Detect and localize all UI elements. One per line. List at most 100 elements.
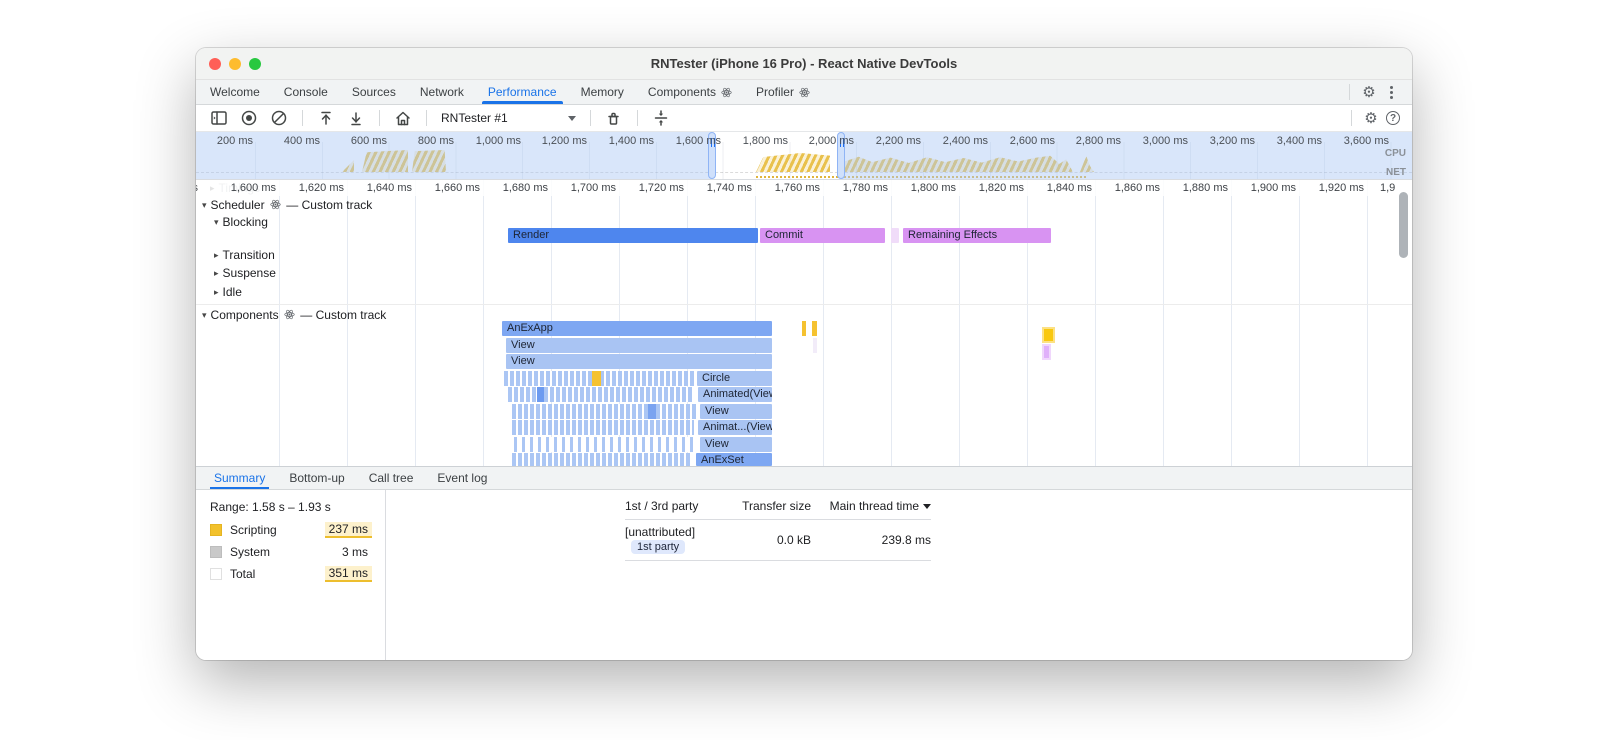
component-bar[interactable]: View — [700, 403, 772, 419]
window-title: RNTester (iPhone 16 Pro) - React Native … — [650, 56, 958, 71]
track-idle[interactable]: ▸ Idle — [214, 285, 242, 299]
devtools-tab-bar: Welcome Console Sources Network Performa… — [196, 80, 1412, 105]
component-micro-bar-selected[interactable] — [648, 403, 656, 419]
scripting-value: 237 ms — [324, 522, 372, 538]
capture-settings-icon[interactable]: ⚙ — [1360, 107, 1382, 129]
component-bar[interactable]: Circle — [697, 370, 772, 386]
tab-event-log[interactable]: Event log — [425, 467, 499, 489]
track-transition[interactable]: ▸ Transition — [214, 248, 275, 262]
react-atom-icon — [270, 199, 281, 210]
desktop: RNTester (iPhone 16 Pro) - React Native … — [0, 0, 1600, 740]
system-value: 3 ms — [341, 545, 368, 559]
effects-block[interactable] — [1042, 344, 1051, 360]
component-micro-bar-scripting[interactable] — [592, 370, 601, 386]
flame-gridlines — [279, 180, 1412, 466]
load-profile-icon[interactable] — [314, 107, 338, 129]
component-micro-bar-scripting[interactable] — [812, 321, 817, 336]
details-tab-bar: Summary Bottom-up Call tree Event log — [196, 466, 1412, 490]
divider — [589, 110, 591, 126]
clear-icon[interactable] — [267, 107, 291, 129]
system-swatch — [210, 546, 222, 558]
devtools-window: RNTester (iPhone 16 Pro) - React Native … — [196, 48, 1412, 660]
tab-profiler[interactable]: Profiler — [744, 80, 822, 104]
divider — [302, 110, 303, 126]
more-options-icon[interactable] — [1380, 81, 1402, 103]
summary-panel: Range: 1.58 s – 1.93 s Scripting 237 ms … — [196, 490, 1412, 660]
divider — [1351, 110, 1352, 126]
party-name: [unattributed]1st party — [625, 525, 696, 554]
net-label: NET — [1386, 167, 1406, 178]
react-atom-icon — [721, 87, 732, 97]
legend-row-scripting: Scripting 237 ms — [210, 521, 372, 539]
track-blocking[interactable]: ▾ Blocking — [214, 215, 268, 229]
track-components[interactable]: ▾ Components — Custom track — [202, 308, 386, 322]
tab-welcome[interactable]: Welcome — [198, 80, 272, 104]
react-atom-icon — [284, 309, 295, 320]
performance-toolbar: RNTester #1 ⚙ ? — [196, 105, 1412, 132]
component-bar[interactable]: AnExApp — [502, 321, 772, 336]
tab-console[interactable]: Console — [272, 80, 340, 104]
col-main-thread-time[interactable]: Main thread time — [811, 499, 931, 513]
track-scheduler[interactable]: ▾ Scheduler — Custom track — [202, 198, 372, 212]
flame-bar-remaining-effects[interactable]: Remaining Effects — [903, 228, 1051, 243]
flame-bar-commit[interactable]: Commit — [760, 228, 885, 243]
react-atom-icon — [799, 87, 810, 97]
total-value: 351 ms — [324, 566, 372, 582]
col-transfer-size[interactable]: Transfer size — [706, 499, 811, 513]
tab-network[interactable]: Network — [408, 80, 476, 104]
divider — [385, 490, 386, 660]
scripting-swatch — [210, 524, 222, 536]
settings-icon[interactable]: ⚙ — [1358, 81, 1380, 103]
tab-summary[interactable]: Summary — [202, 467, 277, 489]
party-table: 1st / 3rd party Transfer size Main threa… — [625, 496, 931, 561]
component-micro-bars[interactable] — [512, 453, 692, 466]
save-profile-icon[interactable] — [344, 107, 368, 129]
tab-bottom-up[interactable]: Bottom-up — [277, 467, 356, 489]
tab-call-tree[interactable]: Call tree — [357, 467, 426, 489]
main-thread-time-value: 239.8 ms — [881, 532, 931, 547]
component-micro-bar-scripting[interactable] — [802, 321, 806, 336]
legend-row-system: System 3 ms — [210, 543, 372, 561]
chevron-down-icon — [567, 115, 576, 121]
component-bar[interactable]: Animated(View) — [698, 387, 772, 402]
component-bar[interactable]: Animat...(View) — [698, 420, 772, 435]
help-icon[interactable]: ? — [1382, 107, 1404, 129]
table-row[interactable]: [unattributed]1st party 0.0 kB 239.8 ms — [625, 520, 931, 561]
flame-bar-sliver[interactable] — [891, 228, 899, 243]
home-icon[interactable] — [391, 107, 415, 129]
track-suspense[interactable]: ▸ Suspense — [214, 266, 276, 280]
tab-components[interactable]: Components — [636, 80, 744, 104]
collect-garbage-icon[interactable] — [602, 107, 626, 129]
component-bar[interactable]: View — [506, 354, 772, 369]
flame-chart[interactable]: ▸Timings s 1,600 ms 1,620 ms 1,640 ms 1,… — [196, 180, 1412, 466]
tab-performance[interactable]: Performance — [476, 80, 569, 104]
flame-ruler: s 1,600 ms 1,620 ms 1,640 ms 1,660 ms 1,… — [196, 180, 1412, 196]
party-table-header: 1st / 3rd party Transfer size Main threa… — [625, 496, 931, 520]
flame-bar-render[interactable]: Render — [508, 228, 758, 243]
component-bar[interactable]: View — [506, 337, 772, 353]
component-micro-bars[interactable] — [512, 420, 694, 435]
toggle-sidebar-icon[interactable] — [207, 107, 231, 129]
range-label: Range: 1.58 s – 1.93 s — [210, 500, 331, 514]
timeline-overview[interactable]: 200 ms 400 ms 600 ms 800 ms 1,000 ms 1,2… — [196, 132, 1412, 180]
transfer-size-value: 0.0 kB — [776, 532, 811, 547]
component-bar[interactable]: AnExSet — [696, 453, 772, 466]
tab-memory[interactable]: Memory — [569, 80, 636, 104]
component-bar[interactable]: View — [700, 436, 772, 452]
divider — [1349, 84, 1350, 100]
divider — [379, 110, 380, 126]
component-micro-bars[interactable] — [514, 436, 694, 452]
legend-row-total: Total 351 ms — [210, 565, 372, 583]
scripting-block[interactable] — [1042, 327, 1055, 343]
component-micro-bars[interactable] — [512, 403, 696, 419]
component-micro-bars[interactable] — [508, 387, 694, 402]
record-icon[interactable] — [237, 107, 261, 129]
tab-sources[interactable]: Sources — [340, 80, 408, 104]
target-select[interactable]: RNTester #1 — [435, 108, 582, 128]
vertical-scrollbar[interactable] — [1399, 192, 1408, 258]
col-party: 1st / 3rd party — [625, 499, 699, 513]
component-micro-bar-selected[interactable] — [537, 387, 544, 402]
component-micro-bar-faint[interactable] — [813, 337, 817, 353]
total-swatch — [210, 568, 222, 580]
expand-collapse-tracks-icon[interactable] — [649, 107, 673, 129]
